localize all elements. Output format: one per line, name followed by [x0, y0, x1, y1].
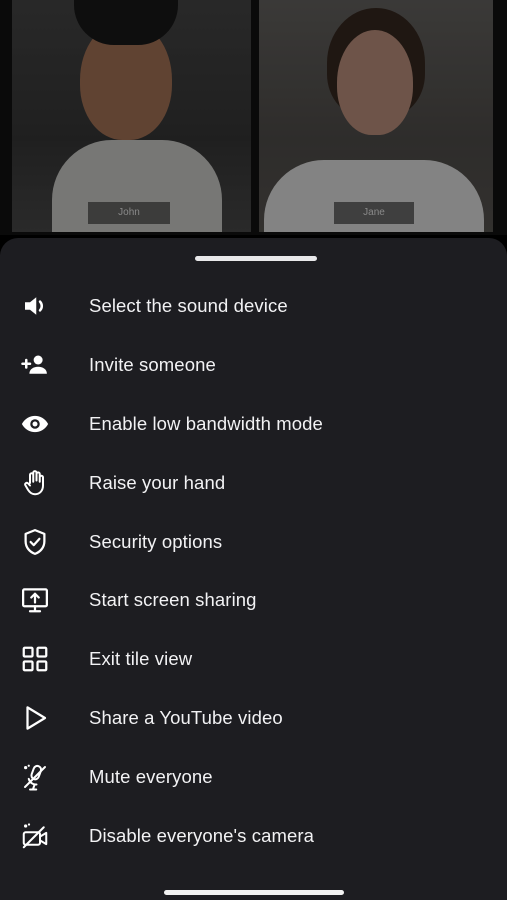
menu-item-label: Share a YouTube video [89, 706, 283, 728]
menu-item-label: Mute everyone [89, 765, 213, 787]
menu-item-label: Invite someone [89, 354, 216, 376]
participant-name-tag: Jane [334, 202, 414, 224]
menu-item-label: Start screen sharing [89, 589, 257, 611]
menu-item-raise-hand[interactable]: Raise your hand [0, 453, 507, 512]
menu-item-invite-someone[interactable]: Invite someone [0, 336, 507, 395]
tile-grid-icon [19, 643, 51, 675]
participant-tile-john[interactable]: John [12, 0, 251, 232]
hand-icon [19, 467, 51, 499]
menu-item-low-bandwidth[interactable]: Enable low bandwidth mode [0, 395, 507, 454]
menu-item-mute-everyone[interactable]: Mute everyone [0, 747, 507, 806]
overflow-menu: Select the sound device Invite someone E… [0, 277, 507, 865]
menu-item-label: Security options [89, 530, 223, 552]
menu-item-disable-cameras[interactable]: Disable everyone's camera [0, 806, 507, 865]
video-tiles-area: John Jane [0, 0, 507, 235]
play-icon [19, 702, 51, 734]
home-indicator [164, 890, 344, 895]
add-person-icon [19, 349, 51, 381]
menu-item-label: Raise your hand [89, 471, 226, 493]
speaker-icon [19, 290, 51, 322]
participant-name-tag: John [88, 202, 170, 224]
menu-item-security-options[interactable]: Security options [0, 512, 507, 571]
menu-item-share-youtube[interactable]: Share a YouTube video [0, 689, 507, 748]
menu-item-screen-sharing[interactable]: Start screen sharing [0, 571, 507, 630]
mic-off-icon [19, 761, 51, 793]
shield-check-icon [19, 526, 51, 558]
participant-tile-jane[interactable]: Jane [259, 0, 493, 232]
menu-item-label: Exit tile view [89, 648, 193, 670]
screen-share-icon [19, 584, 51, 616]
camera-off-icon [19, 820, 51, 852]
menu-item-label: Select the sound device [89, 295, 288, 317]
menu-item-label: Disable everyone's camera [89, 824, 315, 846]
menu-item-exit-tile-view[interactable]: Exit tile view [0, 630, 507, 689]
eye-icon [19, 408, 51, 440]
overflow-menu-sheet: Select the sound device Invite someone E… [0, 238, 507, 900]
menu-item-select-sound-device[interactable]: Select the sound device [0, 277, 507, 336]
menu-item-label: Enable low bandwidth mode [89, 412, 323, 434]
sheet-drag-handle[interactable] [195, 256, 317, 261]
